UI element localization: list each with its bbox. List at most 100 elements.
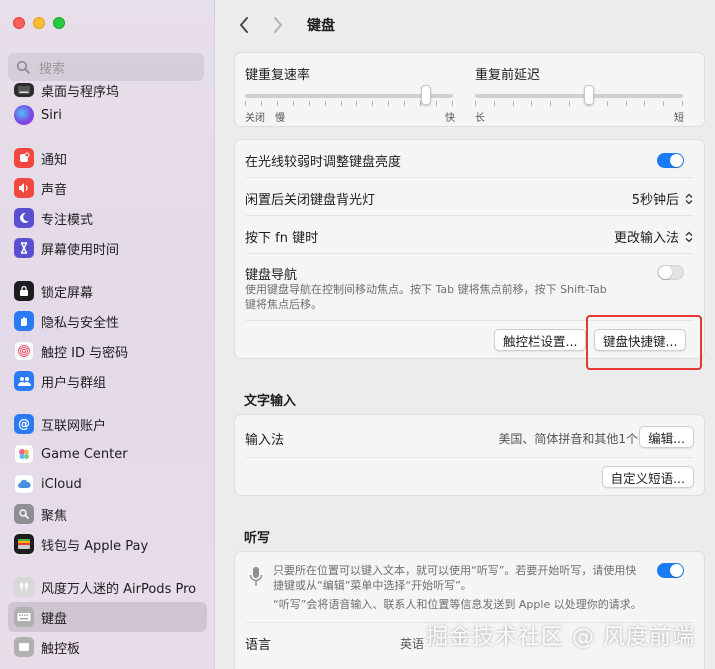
delay-short-label: 短 (674, 113, 684, 124)
zoom-window-button[interactable] (53, 17, 65, 29)
fn-key-label: 按下 fn 键时 (245, 231, 319, 246)
focus-moon-icon (14, 208, 34, 228)
sidebar-item-label: Siri (41, 107, 62, 123)
keyboard-nav-label: 键盘导航 (245, 268, 298, 283)
dictation-language-value: 英语 (400, 637, 425, 651)
sidebar-item-internet-accounts[interactable]: @ 互联网账户 (8, 409, 207, 439)
sidebar-item-sound[interactable]: 声音 (8, 173, 207, 203)
dictation-section-title: 听写 (244, 531, 271, 546)
repeat-rate-slider-knob[interactable] (420, 85, 431, 105)
sidebar-item-label: 屏幕使用时间 (41, 242, 120, 258)
screen-time-icon (14, 238, 34, 258)
toolbar: 键盘 (215, 10, 715, 40)
brightness-toggle[interactable] (657, 153, 684, 168)
sidebar-item-users[interactable]: 用户与群组 (8, 366, 207, 396)
game-center-icon (14, 444, 34, 464)
sidebar-item-label: 声音 (41, 182, 68, 198)
sidebar-item-wallet[interactable]: 钱包与 Apple Pay (8, 529, 207, 559)
sidebar-item-label: 互联网账户 (41, 418, 107, 434)
sidebar-item-label: Game Center (41, 446, 128, 462)
trackpad-icon (14, 637, 34, 657)
search-placeholder: 搜索 (39, 61, 66, 77)
text-input-section-title: 文字输入 (244, 394, 297, 409)
touch-id-icon (14, 341, 34, 361)
sidebar-item-trackpad[interactable]: 触控板 (8, 632, 207, 662)
sidebar-item-screen-time[interactable]: 屏幕使用时间 (8, 233, 207, 263)
sidebar-item-label: 键盘 (41, 611, 68, 627)
delay-slider-knob[interactable] (584, 85, 595, 105)
highlight-box (586, 315, 702, 370)
icloud-icon (14, 474, 34, 494)
sidebar-item-notifications[interactable]: 通知 (8, 143, 207, 173)
key-repeat-card: 键重复速率 关闭 慢 快 重复前延迟 长 短 (234, 52, 705, 127)
dock-icon (14, 83, 34, 97)
dictation-card: 只要所在位置可以键入文本，就可以使用“听写”。若要开始听写，请使用快捷键或从“编… (234, 551, 705, 669)
sidebar-item-game-center[interactable]: Game Center (8, 439, 207, 469)
sidebar-item-keyboard[interactable]: 键盘 (8, 602, 207, 632)
fn-key-popup[interactable]: 更改输入法 (614, 227, 693, 246)
edit-input-sources-button[interactable]: 编辑... (639, 426, 694, 448)
delay-track (475, 94, 683, 98)
updown-chevron-icon (684, 231, 693, 243)
wallet-icon (14, 534, 34, 554)
search-input[interactable]: 搜索 (8, 53, 204, 81)
sidebar-item-focus[interactable]: 专注模式 (8, 203, 207, 233)
siri-icon (14, 105, 34, 125)
backlight-value: 5秒钟后 (631, 193, 679, 208)
dictation-toggle[interactable] (657, 563, 684, 578)
sidebar-item-dock[interactable]: 桌面与程序坞 (8, 80, 207, 100)
repeat-rate-max-label: 快 (445, 113, 455, 124)
notifications-icon (14, 148, 34, 168)
minimize-window-button[interactable] (33, 17, 45, 29)
keyboard-nav-toggle[interactable] (657, 265, 684, 280)
microphone-icon (249, 566, 263, 592)
backlight-popup[interactable]: 5秒钟后 (632, 189, 693, 208)
forward-button[interactable] (267, 14, 289, 36)
sidebar-item-lock-screen[interactable]: 锁定屏幕 (8, 276, 207, 306)
sidebar-item-label: 聚焦 (41, 508, 68, 524)
privacy-hand-icon (14, 311, 34, 331)
sidebar-item-icloud[interactable]: iCloud (8, 469, 207, 499)
delay-ticks (475, 101, 683, 106)
sidebar-item-label: 通知 (41, 152, 68, 168)
sidebar-item-label: 隐私与安全性 (41, 315, 120, 331)
system-settings-window: 搜索 桌面与程序坞 Siri 通知 声音 专注模式 屏幕使用时间 锁定屏幕 隐私… (0, 0, 715, 669)
chevron-left-icon (240, 17, 248, 33)
back-button[interactable] (233, 14, 255, 36)
keyboard-nav-description: 使用键盘导航在控制间移动焦点。按下 Tab 键将焦点前移，按下 Shift-Ta… (245, 283, 607, 311)
repeat-rate-label: 键重复速率 (245, 68, 311, 83)
page-title: 键盘 (307, 18, 335, 34)
text-replacements-button[interactable]: 自定义短语... (601, 466, 694, 488)
window-controls (13, 17, 65, 29)
lock-screen-icon (14, 281, 34, 301)
airpods-icon (14, 577, 34, 597)
sidebar-item-airpods[interactable]: 风度万人迷的 AirPods Pro (8, 572, 207, 602)
sidebar-item-label: 桌面与程序坞 (41, 84, 120, 100)
close-window-button[interactable] (13, 17, 25, 29)
dictation-privacy-note: “听写”会将语音输入、联系人和位置等信息发送到 Apple 以处理你的请求。 (273, 598, 642, 611)
sidebar-item-label: 锁定屏幕 (41, 285, 94, 301)
sidebar-item-siri[interactable]: Siri (8, 100, 207, 130)
fn-key-value: 更改输入法 (613, 231, 679, 246)
delay-label: 重复前延迟 (475, 68, 541, 83)
updown-chevron-icon (684, 193, 693, 205)
touch-bar-settings-button[interactable]: 触控栏设置... (494, 329, 587, 351)
spotlight-icon (14, 504, 34, 524)
users-icon (14, 371, 34, 391)
input-sources-label: 输入法 (245, 433, 285, 448)
repeat-rate-min-label: 关闭 (245, 113, 265, 124)
brightness-label: 在光线较弱时调整键盘亮度 (245, 155, 402, 170)
dictation-description: 只要所在位置可以键入文本，就可以使用“听写”。若要开始听写，请使用快捷键或从“编… (273, 564, 637, 592)
sidebar-item-label: 风度万人迷的 AirPods Pro (41, 581, 197, 597)
backlight-label: 闲置后关闭键盘背光灯 (245, 193, 376, 208)
input-sources-value: 美国、简体拼音和其他1个 (498, 432, 638, 446)
dictation-language-label: 语言 (245, 638, 272, 653)
sidebar: 搜索 桌面与程序坞 Siri 通知 声音 专注模式 屏幕使用时间 锁定屏幕 隐私… (0, 0, 215, 669)
sidebar-item-touch-id[interactable]: 触控 ID 与密码 (8, 336, 207, 366)
delay-long-label: 长 (475, 113, 485, 124)
sidebar-item-label: 触控板 (41, 641, 81, 657)
sidebar-item-privacy[interactable]: 隐私与安全性 (8, 306, 207, 336)
sidebar-item-spotlight[interactable]: 聚焦 (8, 499, 207, 529)
sidebar-item-label: 钱包与 Apple Pay (41, 538, 149, 554)
sidebar-item-label: iCloud (41, 476, 82, 492)
